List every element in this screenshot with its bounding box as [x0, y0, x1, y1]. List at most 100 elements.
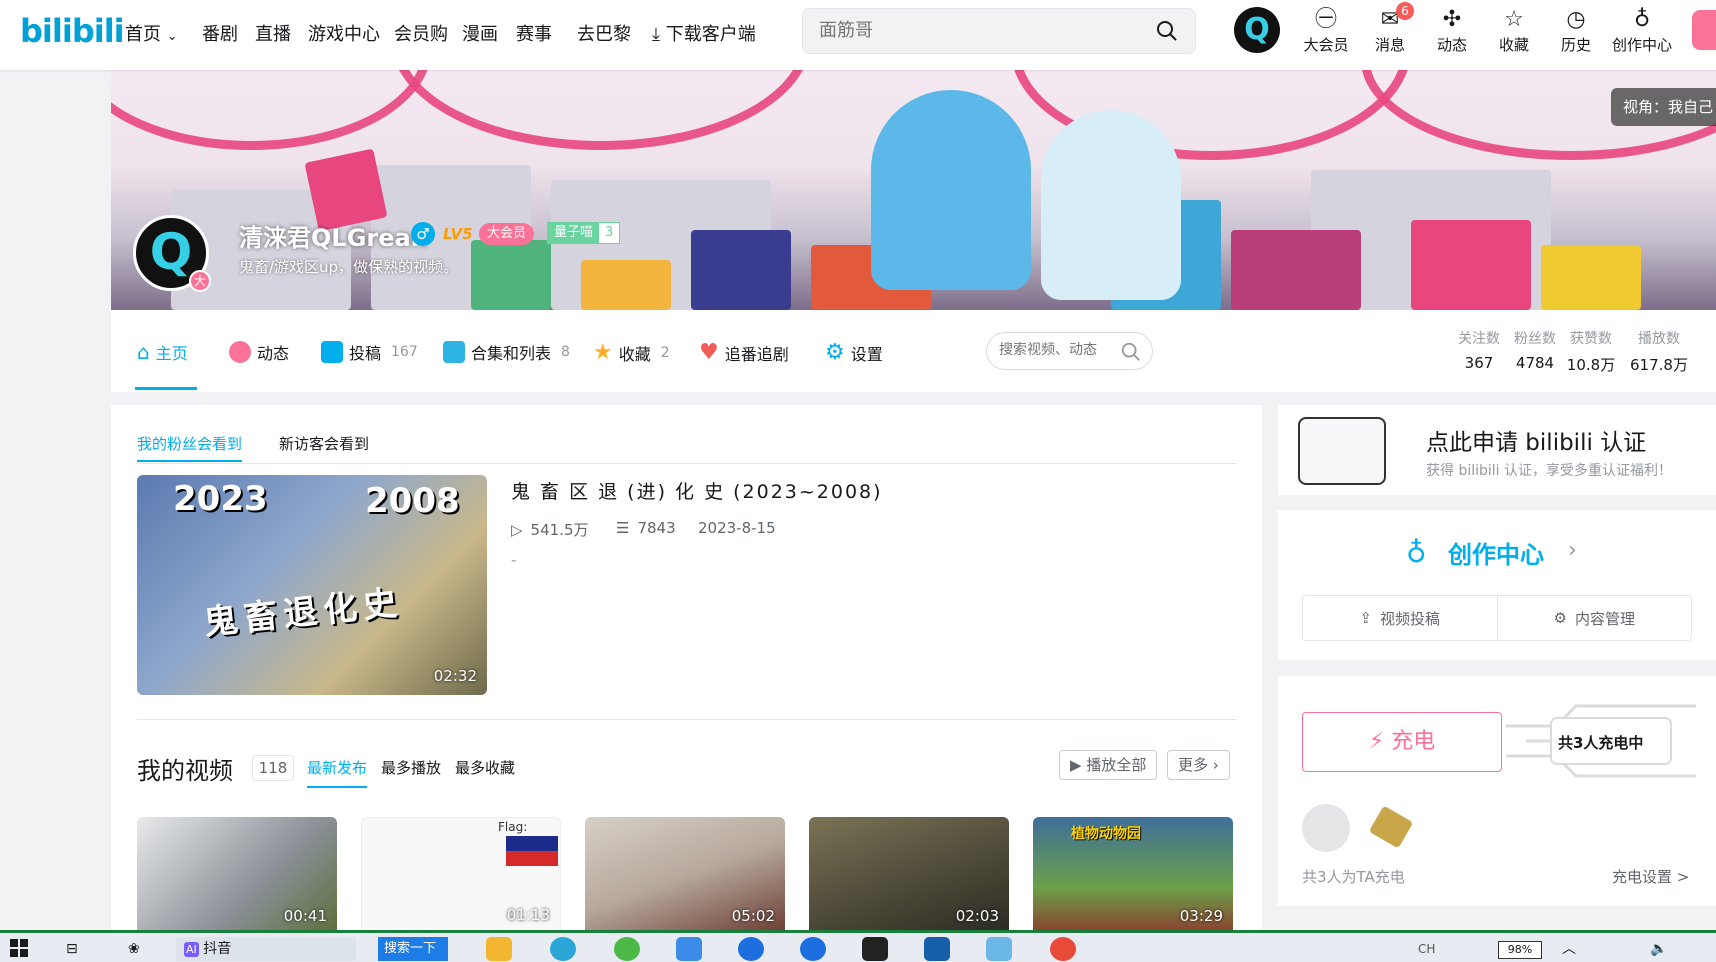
top-navbar: bilibili 首页 ⌄ 番剧 直播 游戏中心 会员购 漫画 赛事 去巴黎 ⤓… — [0, 0, 1716, 70]
play-all-button[interactable]: ▶ 播放全部 — [1059, 750, 1158, 780]
app-icon[interactable] — [1050, 937, 1076, 961]
nav-creator-center[interactable]: ♁ 创作中心 — [1604, 6, 1680, 55]
app-icon[interactable] — [676, 937, 702, 961]
search-icon[interactable] — [1155, 19, 1179, 43]
nav-bangumi[interactable]: 番剧 — [202, 20, 238, 46]
video-thumb[interactable]: 05:02 — [585, 817, 785, 935]
video-thumb[interactable]: 02:03 — [809, 817, 1009, 935]
battery-indicator[interactable]: 98% — [1498, 941, 1542, 959]
flag-graphic — [506, 836, 558, 866]
message-badge: 6 — [1396, 2, 1414, 20]
browser-icon[interactable] — [614, 937, 640, 961]
nav-manga[interactable]: 漫画 — [462, 20, 498, 46]
charger-avatar[interactable] — [1302, 804, 1350, 852]
certification-card[interactable]: 点此申请 bilibili 认证 获得 bilibili 认证，享受多重认证福利… — [1278, 405, 1716, 495]
charge-button[interactable]: ⚡ 充电 — [1302, 712, 1502, 772]
nav-mall[interactable]: 会员购 — [394, 20, 448, 46]
input-language[interactable]: CH — [1418, 937, 1435, 961]
charge-settings-link[interactable]: 充电设置 > — [1612, 866, 1689, 887]
stat-plays-value: 617.8万 — [1630, 356, 1688, 374]
tv-icon — [321, 341, 343, 363]
nav-messages[interactable]: ✉ 6 消息 — [1362, 2, 1418, 55]
tab-fans-view[interactable]: 我的粉丝会看到 — [137, 433, 243, 462]
nav-live[interactable]: 直播 — [255, 20, 291, 46]
speaker-icon[interactable]: 🔈 — [1650, 937, 1667, 961]
banner-ribbon — [111, 70, 431, 150]
view-perspective-select[interactable]: 视角：我自己 ⌄ — [1611, 88, 1716, 126]
nav-game-center[interactable]: 游戏中心 — [308, 20, 380, 46]
video-thumb[interactable]: Flag: 01:13 — [361, 817, 561, 935]
taskbar-search-button[interactable]: 搜索一下 — [378, 937, 448, 961]
edge-icon[interactable] — [550, 937, 576, 961]
tab-visitor-view[interactable]: 新访客会看到 — [279, 433, 369, 454]
nav-esports[interactable]: 赛事 — [516, 20, 552, 46]
playlist-icon — [443, 341, 465, 363]
nav-history[interactable]: ◷ 历史 — [1548, 6, 1604, 55]
nav-download[interactable]: ⤓ 下载客户端 — [652, 20, 756, 46]
space-search-input[interactable] — [999, 342, 1119, 358]
facebook-icon[interactable] — [800, 937, 826, 961]
upload-icon: ⇪ — [1359, 609, 1373, 627]
up-name: 清涞君QLGrean — [239, 224, 428, 252]
featured-video-title[interactable]: 鬼 畜 区 退 (进) 化 史 (2023~2008) — [511, 477, 883, 504]
search-box — [802, 8, 1196, 54]
anime-character — [871, 90, 1031, 290]
thumb-caption: 植物动物园 — [1071, 826, 1141, 842]
windows-start-icon[interactable] — [10, 939, 28, 957]
vip-badge[interactable]: 大会员 — [479, 223, 535, 245]
charger-avatar[interactable] — [1368, 805, 1414, 849]
more-button[interactable]: 更多 › — [1167, 750, 1230, 780]
video-duration: 01:13 — [506, 906, 550, 924]
nav-paris[interactable]: 去巴黎 — [577, 20, 631, 46]
heart-icon: ♥ — [699, 340, 719, 365]
upload-button[interactable] — [1692, 10, 1716, 50]
gear-icon: ⚙ — [825, 340, 845, 365]
video-thumb[interactable]: 植物动物园 03:29 — [1033, 817, 1233, 935]
file-explorer-icon[interactable] — [486, 937, 512, 961]
task-view-icon[interactable]: ⊟ — [66, 937, 78, 961]
fan-medal[interactable]: 量子喵 3 — [547, 222, 621, 244]
search-input[interactable] — [819, 20, 1139, 41]
tab-dynamic[interactable]: 动态 — [229, 340, 289, 364]
sort-latest[interactable]: 最新发布 — [307, 757, 368, 788]
douyin-task[interactable]: AI 抖音 — [176, 937, 356, 961]
stat-following-value[interactable]: 367 — [1451, 354, 1507, 372]
search-icon[interactable] — [1120, 341, 1142, 363]
thumb-caption: Flag: — [498, 820, 528, 834]
facebook-icon[interactable] — [738, 937, 764, 961]
creator-center-title[interactable]: 创作中心 — [1448, 535, 1544, 570]
content-manage-button[interactable]: ⚙ 内容管理 — [1498, 596, 1692, 640]
app-icon[interactable]: ❀ — [128, 937, 140, 961]
tab-bangumi[interactable]: ♥ 追番追剧 — [699, 340, 789, 365]
divider — [137, 463, 1237, 464]
stat-fans-value[interactable]: 4784 — [1507, 354, 1563, 372]
user-avatar[interactable]: Q — [1234, 7, 1280, 53]
sort-most-favorited[interactable]: 最多收藏 — [455, 757, 515, 778]
featured-video-cover[interactable]: 2023 2008 鬼畜退化史 02:32 — [137, 475, 487, 695]
profile-banner: 视角：我自己 ⌄ Q 大 清涞君QLGrean ♂ LV5 大会员 量子喵3 鬼… — [111, 70, 1716, 310]
stat-fans-label: 粉丝数 — [1514, 331, 1556, 347]
tab-collections[interactable]: 合集和列表 8 — [443, 340, 570, 364]
tab-uploads[interactable]: 投稿 167 — [321, 340, 418, 364]
nav-home[interactable]: 首页 ⌄ — [125, 20, 178, 46]
video-thumb[interactable]: 00:41 — [137, 817, 337, 935]
app-icon[interactable] — [986, 937, 1012, 961]
stat-likes-label: 获赞数 — [1570, 331, 1612, 347]
home-icon: ⌂ — [137, 340, 150, 364]
video-upload-button[interactable]: ⇪ 视频投稿 — [1303, 596, 1498, 640]
gift-box — [1411, 220, 1531, 310]
nav-feed[interactable]: ✣ 动态 — [1424, 6, 1480, 55]
nav-vip[interactable]: ㊀大会员 — [1298, 6, 1354, 55]
sort-most-played[interactable]: 最多播放 — [381, 757, 441, 778]
app-icon[interactable] — [924, 937, 950, 961]
tab-home[interactable]: ⌂ 主页 — [137, 340, 188, 364]
charge-count: 共3人充电中 — [1558, 734, 1644, 752]
bilibili-logo[interactable]: bilibili — [20, 12, 125, 50]
app-icon[interactable] — [862, 937, 888, 961]
tab-favorites[interactable]: ★ 收藏 2 — [593, 340, 670, 365]
nav-favorites[interactable]: ☆ 收藏 — [1486, 6, 1542, 55]
tab-settings[interactable]: ⚙ 设置 — [825, 340, 883, 365]
lightbulb-icon: ♁ — [1406, 536, 1427, 569]
active-tab-indicator — [135, 387, 197, 390]
chevron-up-icon[interactable]: ︿ — [1562, 937, 1576, 961]
